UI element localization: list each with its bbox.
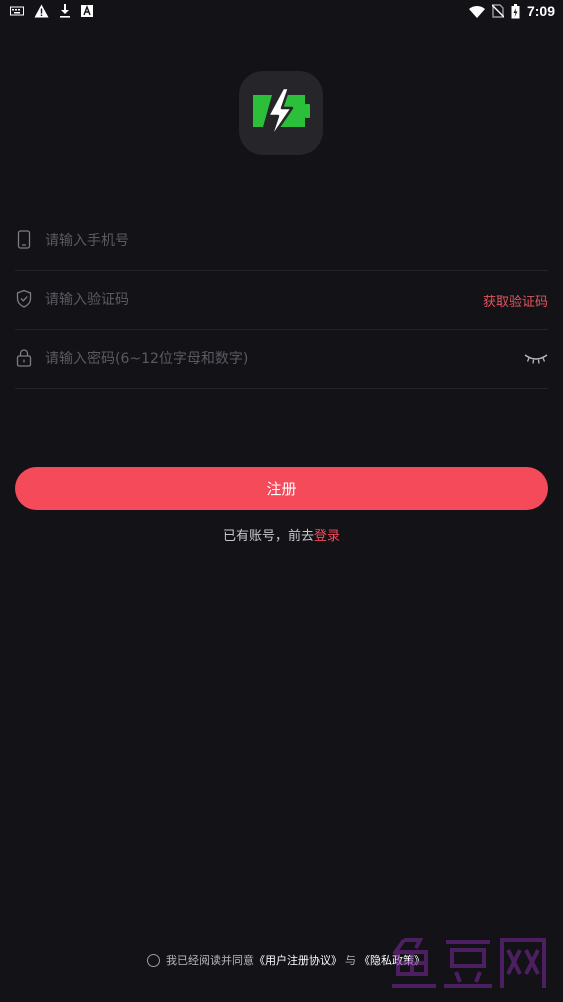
warning-icon <box>34 4 49 18</box>
login-link[interactable]: 登录 <box>314 529 340 544</box>
eye-closed-icon[interactable] <box>524 352 548 366</box>
watermark-logo <box>392 938 546 988</box>
download-icon <box>60 4 70 18</box>
status-bar: 7:09 <box>0 0 563 24</box>
keyboard-icon <box>10 6 24 16</box>
status-bar-notifications <box>10 4 93 18</box>
agreement-prefix: 我已经阅读并同意 <box>166 954 254 967</box>
agreement-conjunction: 与 <box>345 954 356 967</box>
register-button[interactable]: 注册 <box>15 467 548 510</box>
app-logo <box>239 71 323 155</box>
phone-field <box>15 212 548 271</box>
phone-input[interactable] <box>43 225 487 257</box>
clock: 7:09 <box>526 3 555 19</box>
login-prefix-text: 已有账号，前去 <box>222 529 314 544</box>
code-input[interactable] <box>43 284 447 316</box>
agreement-checkbox[interactable] <box>147 953 160 967</box>
battery-bolt-icon <box>253 86 310 142</box>
password-field <box>15 330 548 389</box>
code-field: 获取验证码 <box>15 271 548 330</box>
app-notification-icon <box>81 5 93 17</box>
status-bar-system: 7:09 <box>468 3 555 19</box>
login-prompt: 已有账号，前去登录 <box>0 525 563 544</box>
battery-icon <box>511 3 520 18</box>
phone-icon <box>17 230 31 249</box>
agreement-row: 我已经阅读并同意 《用户注册协议》 与 《隐私政策》 <box>147 952 425 968</box>
no-sim-icon <box>491 4 504 18</box>
get-code-button[interactable]: 获取验证码 <box>483 291 548 310</box>
wifi-icon <box>468 5 485 18</box>
lock-icon <box>16 349 32 367</box>
user-agreement-link[interactable]: 《用户注册协议》 <box>254 952 342 968</box>
shield-check-icon <box>16 289 32 308</box>
password-input[interactable] <box>43 343 487 375</box>
